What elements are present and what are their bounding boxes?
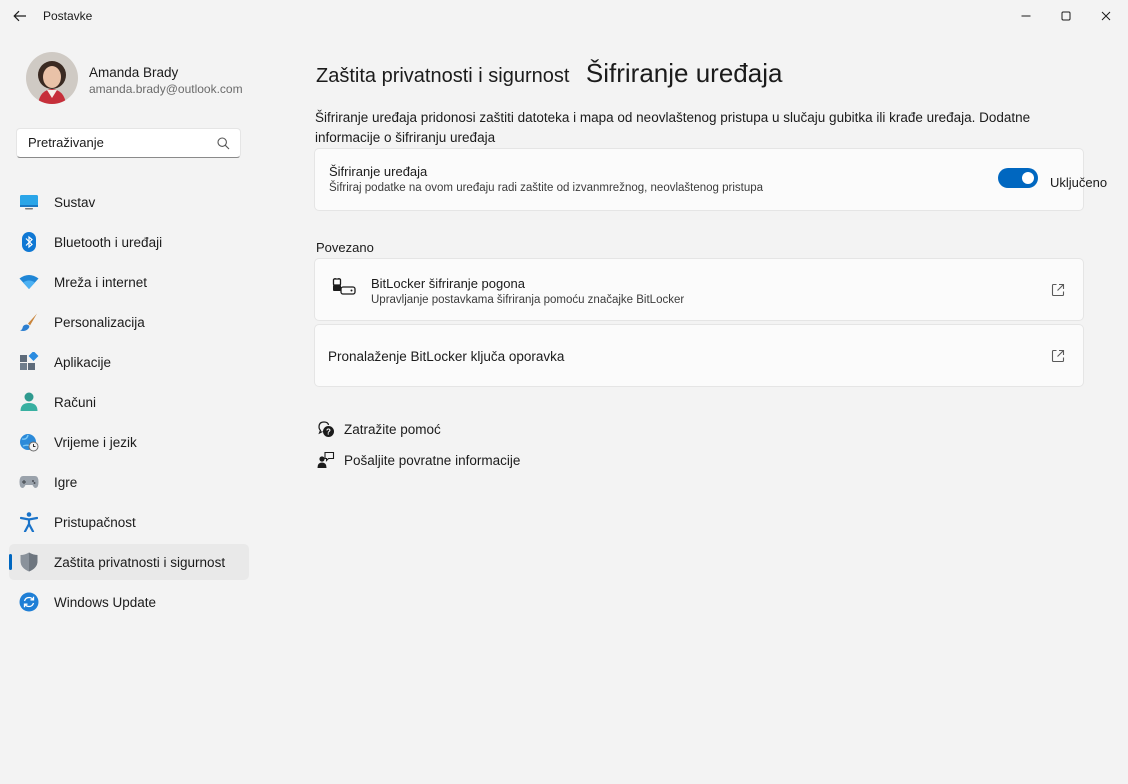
- bluetooth-icon: [19, 232, 39, 252]
- wifi-icon: [19, 272, 39, 292]
- device-encryption-toggle[interactable]: [998, 168, 1038, 188]
- sidebar-item-label: Personalizacija: [54, 314, 145, 330]
- search-box[interactable]: [16, 128, 241, 158]
- sidebar-item-label: Pristupačnost: [54, 514, 136, 530]
- page-title: Šifriranje uređaja: [585, 58, 783, 88]
- device-encryption-card: Šifriranje uređaja Šifriraj podatke na o…: [314, 148, 1107, 211]
- close-button[interactable]: [1086, 0, 1126, 32]
- sidebar-item-accessibility[interactable]: Pristupačnost: [9, 504, 249, 540]
- get-help-link[interactable]: ? Zatražite pomoć: [316, 419, 441, 439]
- sidebar-nav: Sustav Bluetooth i uređaji Mreža i inter…: [9, 184, 249, 624]
- help-chat-icon: ?: [316, 419, 336, 439]
- sidebar-item-label: Aplikacije: [54, 354, 112, 370]
- person-icon: [19, 392, 39, 412]
- sidebar-item-network[interactable]: Mreža i internet: [9, 264, 249, 300]
- sidebar-item-apps[interactable]: Aplikacije: [9, 344, 249, 380]
- minimize-button[interactable]: [1006, 0, 1046, 32]
- breadcrumb-parent[interactable]: Zaštita privatnosti i sigurnost: [316, 65, 569, 87]
- sidebar-item-label: Vrijeme i jezik: [54, 434, 137, 450]
- accessibility-icon: [19, 512, 39, 532]
- shield-icon: [19, 552, 39, 572]
- title-bar: Postavke: [0, 0, 1128, 32]
- globe-clock-icon: [19, 432, 39, 452]
- minimize-icon: [1021, 15, 1031, 17]
- sidebar-item-label: Bluetooth i uređaji: [54, 234, 163, 250]
- user-email: amanda.brady@outlook.com: [89, 82, 243, 96]
- sidebar-item-label: Zaštita privatnosti i sigurnost: [54, 554, 226, 570]
- bitlocker-card[interactable]: BitLocker šifriranje pogona Upravljanje …: [314, 258, 1084, 321]
- external-link-icon: [1051, 349, 1065, 363]
- sidebar-item-label: Mreža i internet: [54, 274, 148, 290]
- sidebar-item-gaming[interactable]: Igre: [9, 464, 249, 500]
- sidebar-item-label: Sustav: [54, 194, 96, 210]
- feedback-link[interactable]: Pošaljite povratne informacije: [316, 450, 520, 470]
- breadcrumb: Zaštita privatnosti i sigurnost Šifriran…: [316, 58, 782, 89]
- feedback-icon: [316, 450, 336, 470]
- search-icon[interactable]: [217, 137, 230, 150]
- bitlocker-drive-icon: [332, 278, 356, 295]
- recovery-key-title: Pronalaženje BitLocker ključa oporavka: [328, 349, 565, 364]
- sidebar-item-sustav[interactable]: Sustav: [9, 184, 249, 220]
- maximize-icon: [1061, 11, 1071, 21]
- related-section-header: Povezano: [316, 240, 374, 255]
- recovery-key-card[interactable]: Pronalaženje BitLocker ključa oporavka: [314, 324, 1084, 387]
- brush-icon: [19, 312, 39, 332]
- back-button[interactable]: [9, 6, 31, 26]
- sidebar-item-label: Igre: [54, 474, 78, 490]
- sidebar-item-time-language[interactable]: Vrijeme i jezik: [9, 424, 249, 460]
- gamepad-icon: [19, 472, 39, 492]
- close-icon: [1101, 11, 1111, 21]
- sidebar-item-personalization[interactable]: Personalizacija: [9, 304, 249, 340]
- sidebar-item-label: Računi: [54, 394, 97, 410]
- apps-icon: [19, 352, 39, 372]
- page-description: Šifriranje uređaja pridonosi zaštiti dat…: [315, 110, 1031, 145]
- toggle-knob: [1022, 172, 1034, 184]
- search-input[interactable]: [28, 135, 208, 150]
- feedback-label: Pošaljite povratne informacije: [344, 452, 521, 468]
- toggle-state-label: Uključeno: [1050, 175, 1108, 190]
- bitlocker-title: BitLocker šifriranje pogona: [371, 276, 525, 291]
- sidebar-item-privacy-security[interactable]: Zaštita privatnosti i sigurnost: [9, 544, 249, 580]
- window-title: Postavke: [43, 9, 93, 23]
- avatar: [26, 52, 78, 104]
- back-arrow-icon: [13, 10, 26, 22]
- device-encryption-subtitle: Šifriraj podatke na ovom uređaju radi za…: [329, 182, 764, 194]
- sidebar-item-label: Windows Update: [54, 594, 157, 610]
- sidebar-item-bluetooth[interactable]: Bluetooth i uređaji: [9, 224, 249, 260]
- update-icon: [19, 592, 39, 612]
- monitor-icon: [19, 192, 39, 212]
- maximize-button[interactable]: [1046, 0, 1086, 32]
- device-encryption-title: Šifriranje uređaja: [329, 164, 428, 179]
- user-name: Amanda Brady: [89, 65, 179, 80]
- external-link-icon: [1051, 283, 1065, 297]
- sidebar-item-windows-update[interactable]: Windows Update: [9, 584, 249, 620]
- get-help-label: Zatražite pomoć: [344, 421, 441, 437]
- svg-text:?: ?: [326, 428, 331, 437]
- sidebar-item-accounts[interactable]: Računi: [9, 384, 249, 420]
- bitlocker-subtitle: Upravljanje postavkama šifriranja pomoću…: [371, 294, 685, 306]
- avatar-photo-icon: [26, 52, 78, 104]
